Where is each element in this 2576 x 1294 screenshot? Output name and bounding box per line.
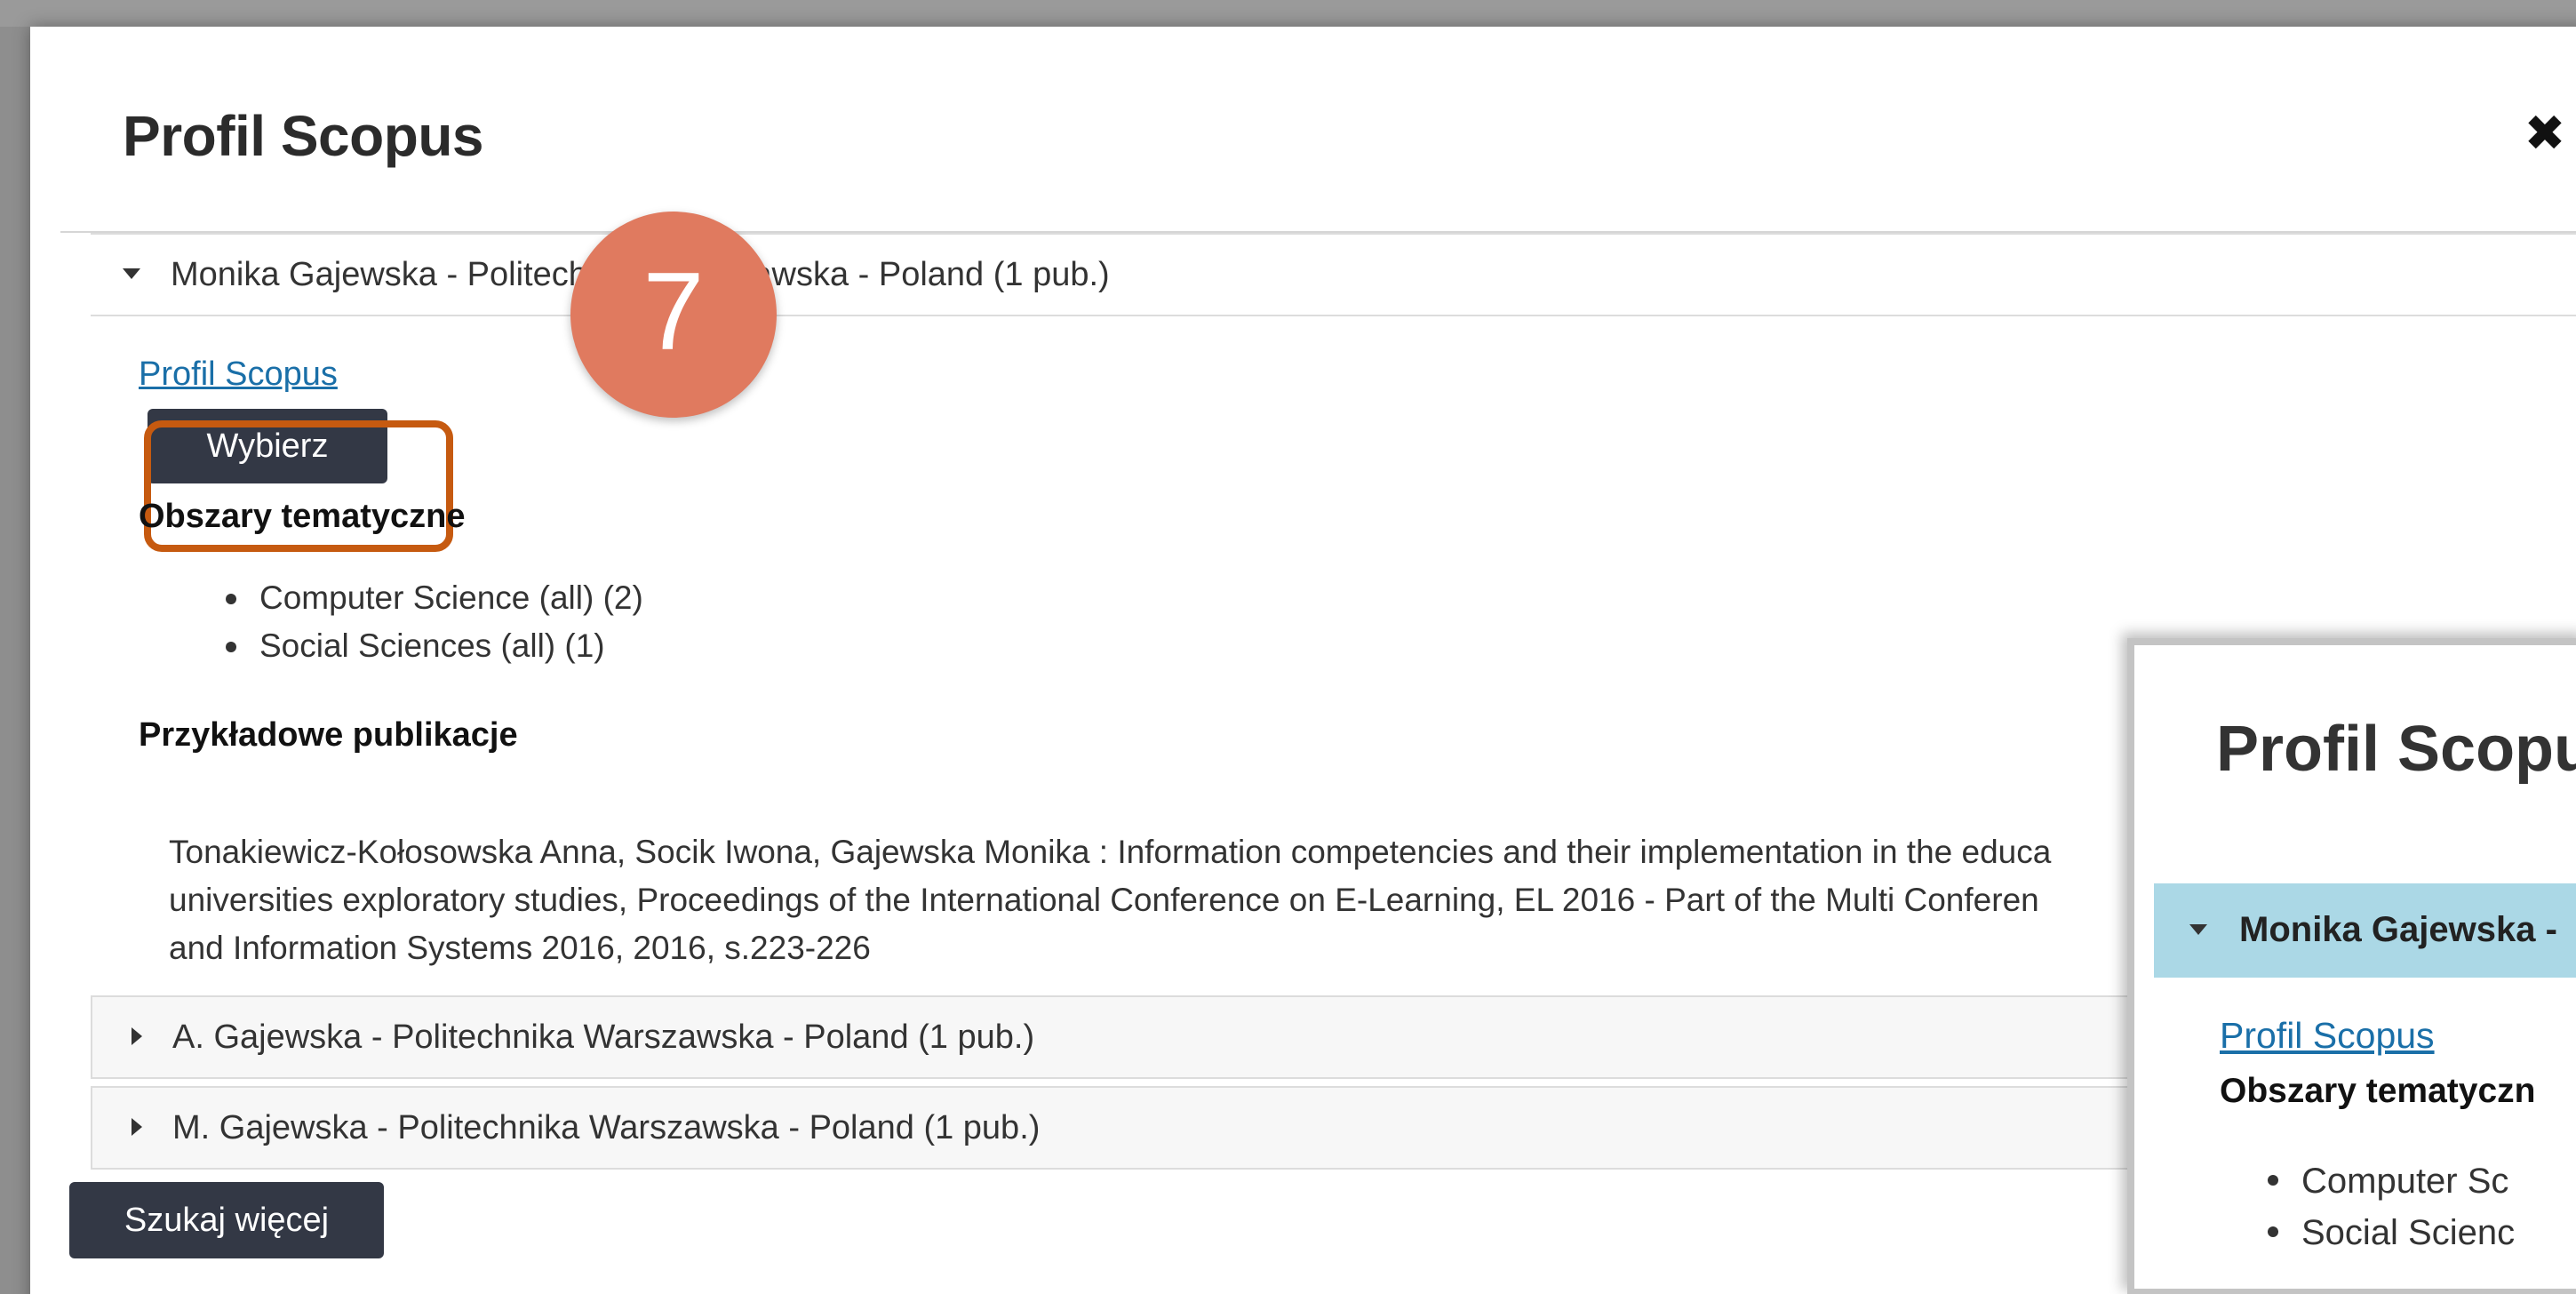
zoom-inset-panel: Profil Scopus Monika Gajewska - Profil S… (2127, 638, 2576, 1294)
inset-accordion-label: Monika Gajewska - (2239, 910, 2557, 949)
caret-right-icon (132, 1118, 142, 1136)
search-more-button[interactable]: Szukaj więcej (69, 1182, 384, 1258)
caret-right-icon (132, 1027, 142, 1045)
list-item: Social Sciences (all) (1) (226, 622, 643, 670)
inset-subject-areas-list: Computer Sc Social Scienc (2268, 1155, 2515, 1258)
list-item: Social Scienc (2268, 1207, 2515, 1258)
sample-publications-heading: Przykładowe publikacje (139, 716, 518, 754)
step-number-badge: 7 (570, 212, 777, 418)
accordion-item-label: A. Gajewska - Politechnika Warszawska - … (172, 1018, 1035, 1056)
publication-entry: Tonakiewicz-Kołosowska Anna, Socik Iwona… (169, 828, 2408, 972)
inset-scopus-profile-link[interactable]: Profil Scopus (2220, 1015, 2435, 1057)
scopus-profile-link[interactable]: Profil Scopus (139, 355, 338, 394)
subject-areas-list: Computer Science (all) (2) Social Scienc… (226, 574, 643, 670)
inset-accordion-header[interactable]: Monika Gajewska - (2154, 883, 2576, 978)
subject-areas-heading: Obszary tematyczne (139, 498, 466, 535)
caret-down-icon (123, 268, 140, 279)
publication-line: universities exploratory studies, Procee… (169, 882, 2039, 918)
accordion-item-label: M. Gajewska - Politechnika Warszawska - … (172, 1109, 1041, 1146)
modal-title: Profil Scopus (123, 104, 484, 168)
accordion-item-monika-gajewska[interactable]: Monika Gajewska - Politechnika Warszawsk… (91, 233, 2576, 316)
caret-down-icon (2189, 924, 2207, 935)
publication-line: Tonakiewicz-Kołosowska Anna, Socik Iwona… (169, 834, 2052, 870)
list-item: Computer Science (all) (2) (226, 574, 643, 622)
inset-title: Profil Scopus (2216, 714, 2576, 785)
publication-line: and Information Systems 2016, 2016, s.22… (169, 930, 871, 966)
inset-subject-areas-heading: Obszary tematyczn (2220, 1072, 2536, 1110)
list-item: Computer Sc (2268, 1155, 2515, 1207)
close-icon[interactable]: ✖ (2518, 107, 2572, 160)
